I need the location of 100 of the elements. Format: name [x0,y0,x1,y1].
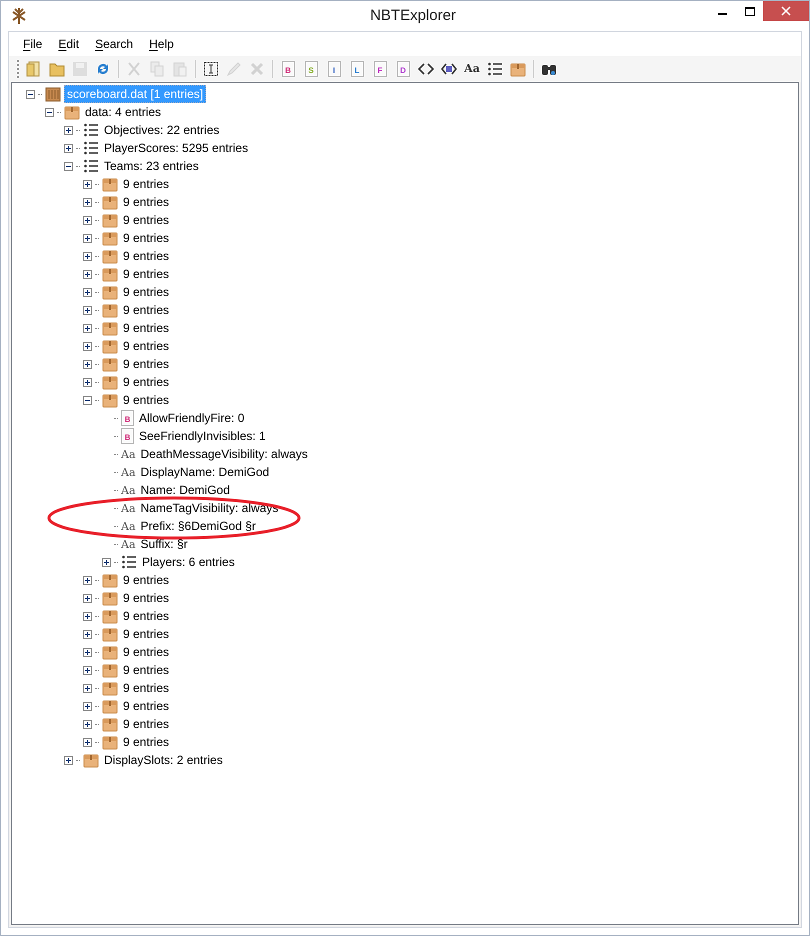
expand-toggle[interactable] [83,180,92,188]
tree-node-label[interactable]: Players: 6 entries [140,554,237,570]
expand-toggle[interactable] [83,324,92,332]
string-icon: Aa [121,466,136,478]
package-icon [102,176,118,192]
tree-node-label[interactable]: 9 entries [121,644,172,660]
expand-toggle[interactable] [64,756,73,764]
expand-toggle[interactable] [83,702,92,710]
package-icon [102,680,118,696]
tree-node-label[interactable]: 9 entries [121,680,172,696]
expand-toggle[interactable] [64,144,73,152]
expand-toggle[interactable] [83,378,92,386]
tree-node-label[interactable]: AllowFriendlyFire: 0 [137,410,246,426]
tree-node-label[interactable]: 9 entries [121,392,172,408]
expand-toggle[interactable] [83,234,92,242]
list-icon [83,122,99,138]
copy-icon [149,61,165,77]
tree-node-label[interactable]: 9 entries [121,716,172,732]
add-tag-button[interactable]: D [392,58,414,80]
expand-toggle[interactable] [83,576,92,584]
expand-toggle[interactable] [83,360,92,368]
tree-node-label[interactable]: 9 entries [121,176,172,192]
expand-toggle[interactable] [83,630,92,638]
tree-node-label[interactable]: 9 entries [121,590,172,606]
expand-toggle[interactable] [83,270,92,278]
tree-node-label[interactable]: data: 4 entries [83,104,164,120]
tree-node-label[interactable]: 9 entries [121,212,172,228]
tree-node-label[interactable]: 9 entries [121,320,172,336]
add-string-button[interactable]: Aa [461,58,483,80]
tree-node-label[interactable]: 9 entries [121,662,172,678]
tree-node-label[interactable]: 9 entries [121,356,172,372]
string-icon: Aa [121,448,136,460]
tree-node-label[interactable]: SeeFriendlyInvisibles: 1 [137,428,268,444]
tree-node-label[interactable]: 9 entries [121,338,172,354]
delete-icon [249,61,265,77]
expand-toggle[interactable] [83,648,92,656]
menu-item[interactable]: Search [87,34,142,54]
expand-toggle[interactable] [83,252,92,260]
tree-node-label[interactable]: Prefix: §6DemiGod §r [138,518,258,534]
tree-node-label[interactable]: DisplaySlots: 2 entries [102,752,225,768]
expand-toggle[interactable] [83,738,92,746]
collapse-toggle[interactable] [83,396,92,404]
expand-toggle[interactable] [83,198,92,206]
package-icon [102,230,118,246]
tree-node-label[interactable]: DeathMessageVisibility: always [138,446,310,462]
menu-item[interactable]: Help [141,34,182,54]
expand-toggle[interactable] [83,720,92,728]
expand-toggle[interactable] [83,684,92,692]
tree-node-label[interactable]: 9 entries [121,734,172,750]
add-tag-button[interactable]: F [369,58,391,80]
menu-item[interactable]: Edit [50,34,88,54]
package-icon [102,212,118,228]
tree-node-label[interactable]: 9 entries [121,266,172,282]
window-title: NBTExplorer [370,6,456,26]
tree-node-label[interactable]: 9 entries [121,248,172,264]
tree-node-label[interactable]: Name: DemiGod [138,482,232,498]
code-icon [418,61,434,77]
expand-toggle[interactable] [83,216,92,224]
tree-node-label[interactable]: DisplayName: DemiGod [138,464,272,480]
package-icon [102,734,118,750]
crate-icon [45,86,61,102]
tree-node-label[interactable]: 9 entries [121,284,172,300]
string-icon: Aa [121,484,136,496]
menu-item[interactable]: File [15,34,50,54]
expand-toggle[interactable] [102,558,111,566]
tree-node-label[interactable]: 9 entries [121,230,172,246]
add-tag-button[interactable]: L [346,58,368,80]
tree-node-label[interactable]: Objectives: 22 entries [102,122,222,138]
tree-node-label[interactable]: 9 entries [121,626,172,642]
tree-node-label[interactable]: PlayerScores: 5295 entries [102,140,250,156]
expand-toggle[interactable] [83,342,92,350]
tree-node-label[interactable]: Teams: 23 entries [102,158,201,174]
tree-node-label[interactable]: 9 entries [121,698,172,714]
collapse-toggle[interactable] [64,162,73,170]
package-icon [102,572,118,588]
expand-toggle[interactable] [83,612,92,620]
add-tag-button[interactable]: I [323,58,345,80]
tree-node-label[interactable]: 9 entries [121,374,172,390]
string-icon: Aa [121,520,136,532]
tree-node-label[interactable]: Suffix: §r [138,536,190,552]
package-icon [102,608,118,624]
package-icon [102,644,118,660]
close-button[interactable] [763,1,809,21]
string-icon: Aa [121,538,136,550]
package-icon [102,266,118,282]
tree-node-label[interactable]: 9 entries [121,572,172,588]
collapse-toggle[interactable] [45,108,54,116]
expand-toggle[interactable] [83,306,92,314]
collapse-toggle[interactable] [26,90,35,98]
package-icon [102,302,118,318]
list-icon [83,140,99,156]
expand-toggle[interactable] [83,594,92,602]
tree-node-label[interactable]: 9 entries [121,302,172,318]
expand-toggle[interactable] [83,288,92,296]
expand-toggle[interactable] [83,666,92,674]
tree-node-label[interactable]: 9 entries [121,194,172,210]
paste-icon [172,61,188,77]
expand-toggle[interactable] [64,126,73,134]
tree-node-label[interactable]: 9 entries [121,608,172,624]
add-tag-button[interactable]: B [277,58,299,80]
